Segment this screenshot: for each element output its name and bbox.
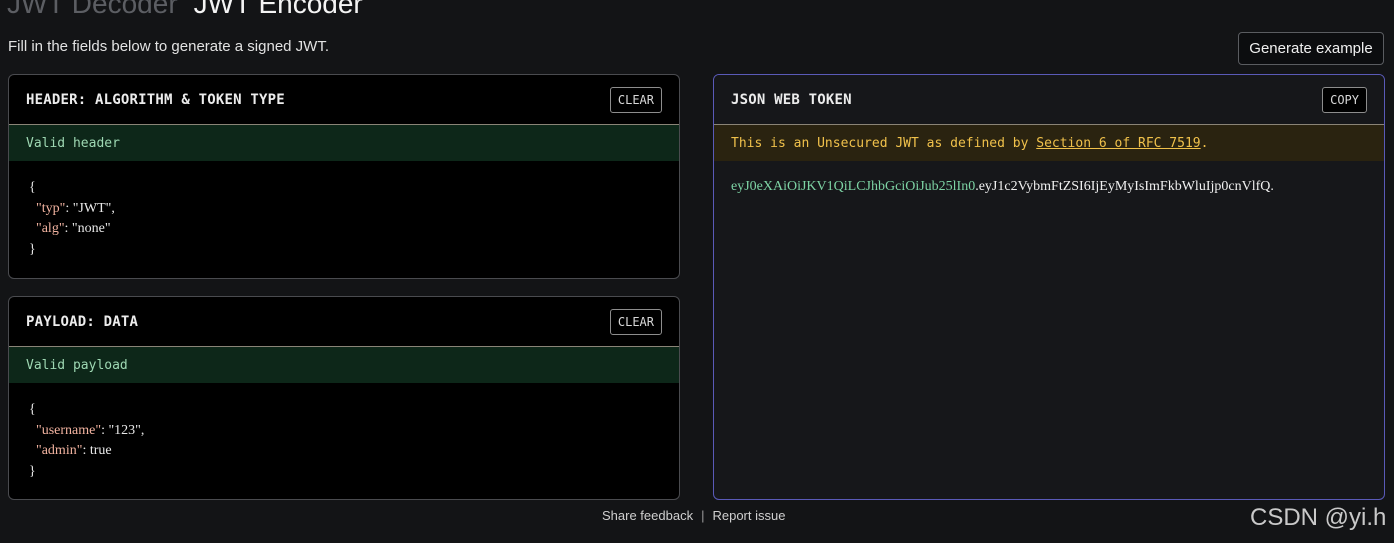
payload-status-banner: Valid payload	[9, 347, 679, 383]
token-panel: JSON WEB TOKEN COPY This is an Unsecured…	[713, 74, 1385, 500]
header-status-banner: Valid header	[9, 125, 679, 161]
header-panel-head: HEADER: ALGORITHM & TOKEN TYPE CLEAR	[9, 75, 679, 125]
json-value: : "123",	[101, 422, 145, 438]
watermark: CSDN @yi.h	[1250, 504, 1387, 531]
brace-close: }	[29, 241, 36, 257]
payload-panel: PAYLOAD: DATA CLEAR Valid payload { "use…	[8, 296, 680, 500]
unsecured-warning-banner: This is an Unsecured JWT as defined by S…	[714, 125, 1384, 161]
page-subtitle: Fill in the fields below to generate a s…	[8, 38, 329, 55]
footer-separator: |	[701, 508, 705, 523]
payload-panel-title: PAYLOAD: DATA	[26, 313, 139, 330]
brace-open: {	[29, 180, 36, 195]
header-panel-title: HEADER: ALGORITHM & TOKEN TYPE	[26, 91, 285, 108]
json-value: : "JWT",	[65, 200, 115, 216]
tab-jwt-decoder[interactable]: JWT Decoder	[7, 0, 178, 22]
token-header-part: eyJ0eXAiOiJKV1QiLCJhbGciOiJub25lIn0	[731, 179, 976, 194]
copy-token-button[interactable]: COPY	[1322, 86, 1367, 113]
footer: Share feedback | Report issue	[602, 508, 785, 523]
warning-text: This is an Unsecured JWT as defined by	[731, 135, 1029, 151]
payload-panel-head: PAYLOAD: DATA CLEAR	[9, 297, 679, 347]
token-panel-title: JSON WEB TOKEN	[731, 91, 852, 108]
report-issue-link[interactable]: Report issue	[712, 508, 785, 523]
token-panel-head: JSON WEB TOKEN COPY	[714, 75, 1384, 125]
payload-json-editor[interactable]: { "username": "123", "admin": true }	[9, 383, 679, 482]
brace-open: {	[29, 402, 36, 417]
share-feedback-link[interactable]: Share feedback	[602, 508, 693, 523]
generate-example-button[interactable]: Generate example	[1238, 32, 1384, 65]
rfc-link[interactable]: Section 6 of RFC 7519	[1036, 136, 1200, 151]
json-value: : "none"	[64, 221, 111, 236]
tab-jwt-encoder[interactable]: JWT Encoder	[194, 0, 363, 22]
header-panel: HEADER: ALGORITHM & TOKEN TYPE CLEAR Val…	[8, 74, 680, 279]
tool-tabs: JWT Decoder JWT Encoder	[7, 0, 363, 22]
token-payload-part: eyJ1c2VybmFtZSI6IjEyMyIsImFkbWluIjp0cnVl…	[978, 179, 1271, 194]
json-key: "username"	[36, 422, 102, 438]
clear-payload-button[interactable]: CLEAR	[609, 308, 662, 335]
json-key: "alg"	[36, 221, 65, 236]
jwt-encoder-page: JWT Decoder JWT Encoder Fill in the fiel…	[0, 0, 1394, 543]
warning-suffix: .	[1200, 135, 1209, 151]
header-json-editor[interactable]: { "typ": "JWT", "alg": "none" }	[9, 161, 679, 260]
token-dot: .	[1270, 179, 1274, 194]
json-key: "admin"	[36, 443, 83, 458]
brace-close: }	[29, 463, 36, 479]
clear-header-button[interactable]: CLEAR	[609, 86, 662, 113]
encoded-token[interactable]: eyJ0eXAiOiJKV1QiLCJhbGciOiJub25lIn0.eyJ1…	[714, 161, 1384, 197]
json-key: "typ"	[36, 200, 66, 216]
json-value: : true	[82, 443, 112, 458]
